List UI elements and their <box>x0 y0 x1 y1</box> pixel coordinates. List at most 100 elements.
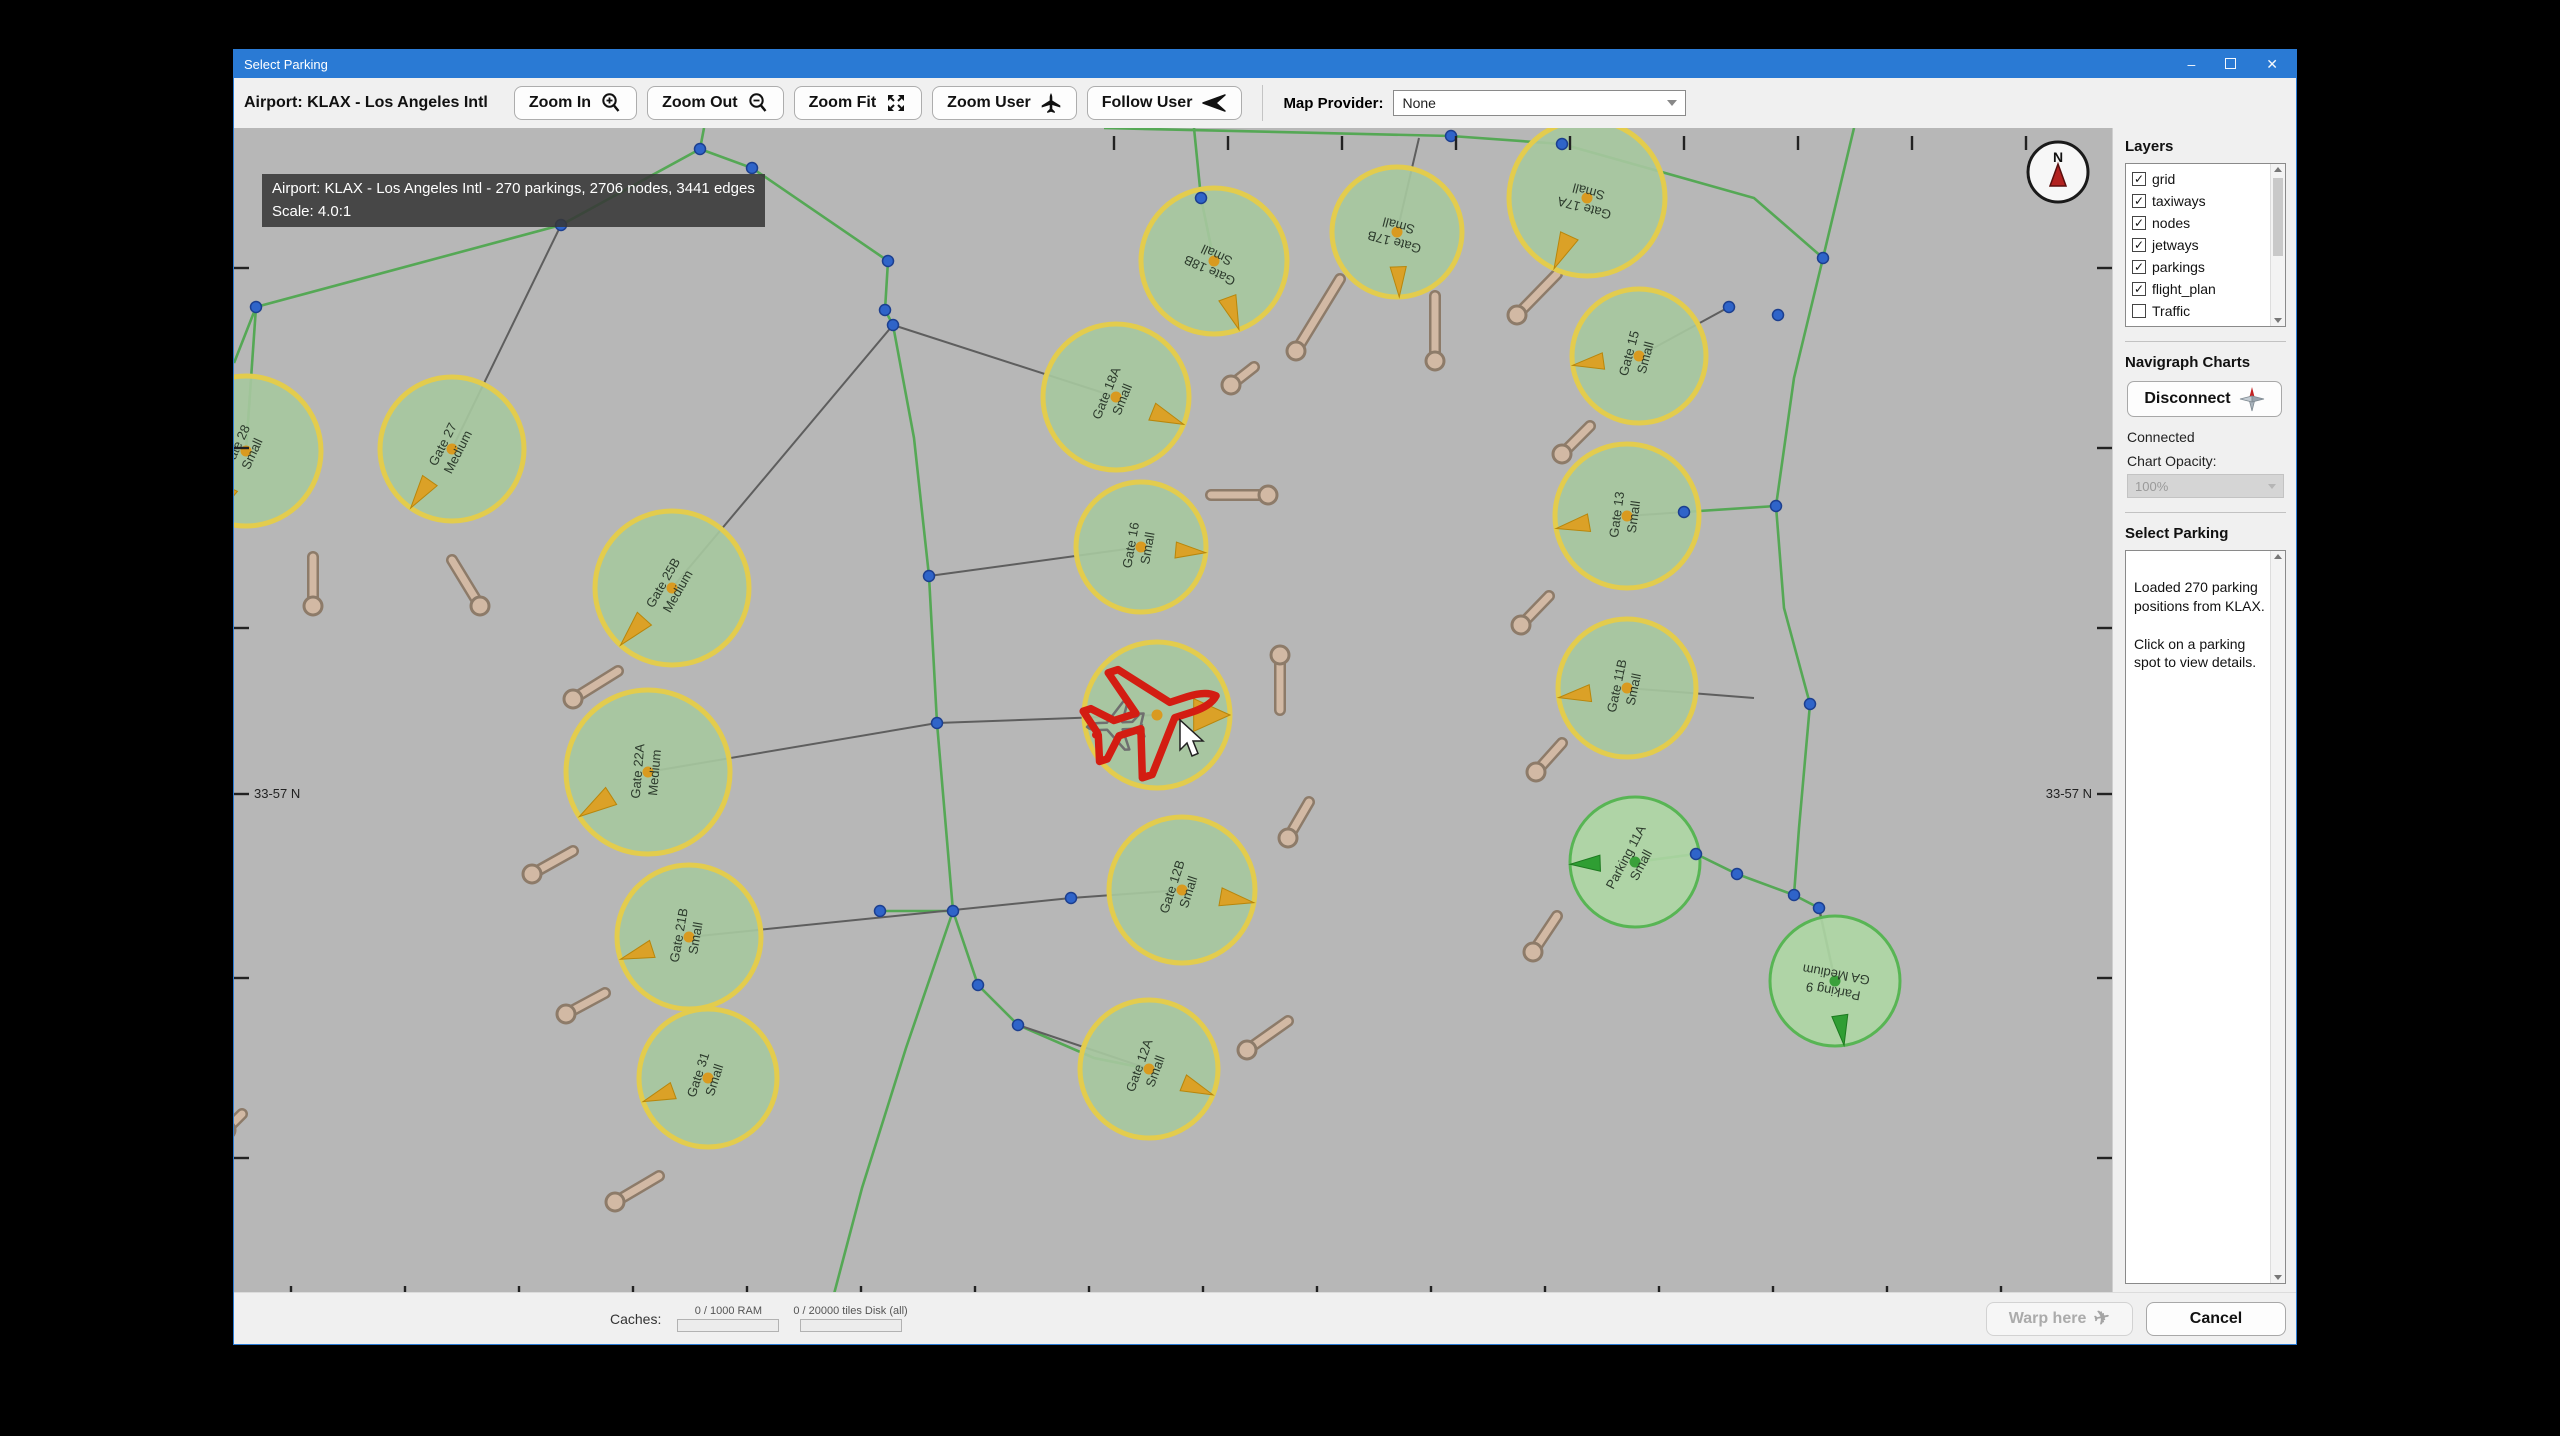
chart-opacity-dropdown[interactable]: 100% <box>2127 474 2284 498</box>
scroll-down-icon[interactable] <box>2274 1275 2282 1280</box>
maximize-icon[interactable] <box>2225 57 2237 71</box>
layer-item-flight_plan[interactable]: ✓ flight_plan <box>2132 278 2267 300</box>
cancel-button[interactable]: Cancel <box>2146 1301 2286 1336</box>
compass-rose: N <box>2026 140 2090 204</box>
jetway <box>446 554 491 617</box>
layer-item-taxiways[interactable]: ✓ taxiways <box>2132 190 2267 212</box>
scroll-up-icon[interactable] <box>2274 167 2282 172</box>
taxiway-line <box>1821 128 1856 259</box>
navigraph-logo-icon <box>2239 386 2265 412</box>
scrollbar-thumb[interactable] <box>2273 178 2283 256</box>
parking-info-text: Loaded 270 parking positions from KLAX. … <box>2134 578 2265 671</box>
layer-item-parkings[interactable]: ✓ parkings <box>2132 256 2267 278</box>
scroll-up-icon[interactable] <box>2274 554 2282 559</box>
jetway <box>604 1170 665 1213</box>
checkbox-checked-icon[interactable]: ✓ <box>2132 194 2146 208</box>
parking-spot-gate-31[interactable]: Gate 31Small <box>636 1006 780 1150</box>
taxi-node <box>946 904 960 918</box>
bottombar-actions: Warp here ✈ Cancel <box>1986 1301 2296 1336</box>
map-provider-dropdown[interactable]: None <box>1393 90 1687 116</box>
jetway <box>521 845 579 885</box>
latitude-label-left: 33-57 N <box>254 786 300 801</box>
parking-spot-gate-11b[interactable]: Gate 11BSmall <box>1555 616 1699 760</box>
taxi-node <box>1771 308 1785 322</box>
checkbox-checked-icon[interactable]: ✓ <box>2132 282 2146 296</box>
zoom-out-button[interactable]: Zoom Out <box>647 86 784 120</box>
titlebar: Select Parking – ✕ <box>234 50 2296 78</box>
taxi-node <box>1689 847 1703 861</box>
parking-spot-gate-27[interactable]: Gate 27Medium <box>377 374 527 524</box>
window-title: Select Parking <box>244 56 328 72</box>
taxi-node <box>1011 1018 1025 1032</box>
checkbox-checked-icon[interactable]: ✓ <box>2132 216 2146 230</box>
taxi-node <box>878 303 892 317</box>
parking-spot-gate-17b[interactable]: Gate 17BSmall <box>1329 164 1465 300</box>
checkbox-checked-icon[interactable]: ✓ <box>2132 238 2146 252</box>
layers-scrollbar[interactable] <box>2270 164 2285 326</box>
jetway <box>1236 1015 1294 1061</box>
chevron-down-icon <box>2268 483 2276 489</box>
disk-cache: 0 / 20000 tiles Disk (all) <box>793 1305 908 1332</box>
parking-spot-gate-21b[interactable]: Gate 21BSmall <box>614 862 764 1012</box>
screen: Select Parking – ✕ Airport: KLAX - Los A… <box>0 0 2560 1436</box>
minimize-icon[interactable]: – <box>2187 57 2195 71</box>
jetway <box>1277 796 1315 849</box>
layer-label: parkings <box>2152 259 2205 275</box>
parking-spot-gate-22a[interactable]: Gate 22AMedium <box>563 687 733 857</box>
layer-label: jetways <box>2152 237 2199 253</box>
parking-spot-gate-15[interactable]: Gate 15Small <box>1569 286 1709 426</box>
parking-spot-gate-12b[interactable]: Gate 12BSmall <box>1106 814 1258 966</box>
close-icon[interactable]: ✕ <box>2266 57 2278 71</box>
taxi-node <box>693 142 707 156</box>
layer-item-Traffic[interactable]: Traffic <box>2132 300 2267 322</box>
taxi-node <box>1677 505 1691 519</box>
parking-spot-gate-18a[interactable]: Gate 18ASmall <box>1040 321 1192 473</box>
expand-arrows-icon <box>885 92 907 114</box>
layer-item-nodes[interactable]: ✓ nodes <box>2132 212 2267 234</box>
parking-spot-gate-16[interactable]: Gate 16Small <box>1073 479 1209 615</box>
checkbox-checked-icon[interactable]: ✓ <box>2132 172 2146 186</box>
scroll-down-icon[interactable] <box>2274 318 2282 323</box>
layers-title: Layers <box>2125 138 2174 155</box>
zoom-fit-button[interactable]: Zoom Fit <box>793 86 923 120</box>
jetway <box>1424 290 1446 372</box>
map-info-overlay: Airport: KLAX - Los Angeles Intl - 270 p… <box>262 174 765 227</box>
parking-spot-gate-13[interactable]: Gate 13Small <box>1552 441 1702 591</box>
parking-spot-gate-18b[interactable]: Gate 18BSmall <box>1138 185 1290 337</box>
airport-map[interactable]: Gate 28 Small Gate 27 Medium Gate 25B Medium G… <box>234 128 2112 1292</box>
layer-label: grid <box>2152 171 2176 187</box>
airport-map-canvas[interactable]: Gate 28Small Gate 27Medium Gate 25BMedium G… <box>234 128 2112 1292</box>
ram-cache-caption: 0 / 1000 RAM <box>694 1305 762 1317</box>
content: Gate 28 Small Gate 27 Medium Gate 25B Medium G… <box>234 128 2296 1292</box>
layers-list: ✓ grid ✓ taxiways ✓ nodes ✓ jetways ✓ parkings ✓ fl… <box>2125 163 2286 327</box>
parking-spot-gate-12a[interactable]: Gate 12ASmall <box>1077 997 1221 1141</box>
layer-label: flight_plan <box>2152 281 2216 297</box>
ram-cache: 0 / 1000 RAM <box>677 1305 780 1332</box>
layer-item-jetways[interactable]: ✓ jetways <box>2132 234 2267 256</box>
connection-status: Connected <box>2127 429 2195 445</box>
caches-label: Caches: <box>610 1310 662 1327</box>
disk-cache-progressbar <box>799 1319 902 1332</box>
parking-spot-parking-9[interactable]: Parking 9GA Medium <box>1768 914 1902 1048</box>
zoom-in-button[interactable]: Zoom In <box>513 86 638 120</box>
taxiway-line <box>1774 257 1837 982</box>
taxi-node <box>881 254 895 268</box>
parking-spot-gate-25b[interactable]: Gate 25BMedium <box>592 508 752 668</box>
follow-user-button[interactable]: Follow User <box>1086 86 1243 120</box>
parking-spot-gate-28[interactable]: Gate 28Small <box>234 373 324 529</box>
map-info-line1: Airport: KLAX - Los Angeles Intl - 270 p… <box>272 180 755 197</box>
parking-spot-parking-11a[interactable]: Parking 11ASmall <box>1568 795 1702 929</box>
layer-item-grid[interactable]: ✓ grid <box>2132 168 2267 190</box>
taxiway-line <box>833 910 955 1292</box>
chart-opacity-label: Chart Opacity: <box>2127 453 2217 469</box>
info-scrollbar[interactable] <box>2270 551 2285 1283</box>
zoom-user-button[interactable]: Zoom User <box>932 86 1077 120</box>
jetway <box>1525 737 1568 783</box>
warp-plane-icon: ✈ <box>2092 1306 2113 1331</box>
parking-center-dot <box>1151 709 1163 721</box>
warp-here-button[interactable]: Warp here ✈ <box>1986 1301 2133 1336</box>
disconnect-button[interactable]: Disconnect <box>2127 381 2282 417</box>
checkbox-checked-icon[interactable]: ✓ <box>2132 260 2146 274</box>
checkbox-unchecked-icon[interactable] <box>2132 304 2146 318</box>
parking-spot-gate-17a[interactable]: Gate 17ASmall <box>1506 128 1668 279</box>
